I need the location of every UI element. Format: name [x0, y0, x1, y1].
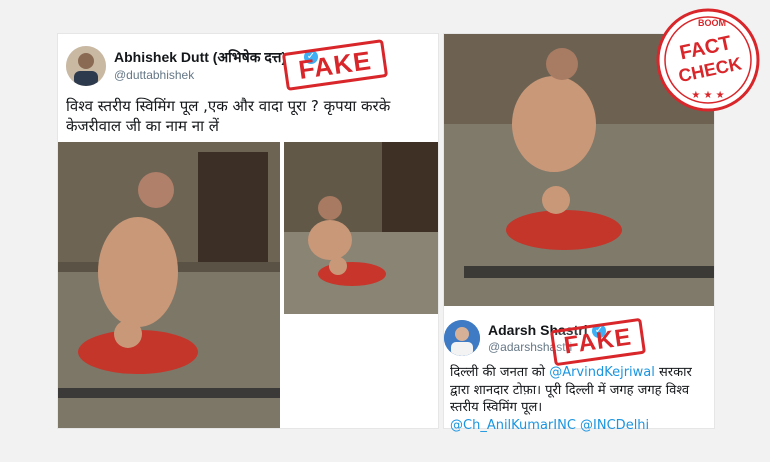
tweet-text: विश्व स्तरीय स्विमिंग पूल ,एक और वादा पू…	[66, 97, 391, 136]
avatar[interactable]	[66, 46, 106, 86]
avatar-image	[66, 46, 106, 86]
seal-top-text: BOOM	[698, 18, 726, 28]
tweet-photo-secondary[interactable]	[284, 142, 438, 314]
author-handle[interactable]: @duttabhishek	[114, 68, 194, 82]
flood-scene-image	[284, 142, 438, 314]
mention-link[interactable]: @ArvindKejriwal	[549, 365, 655, 380]
tweet-card-left: Abhishek Dutt (अभिषेक दत्त) ✓ @duttabhis…	[58, 34, 438, 428]
tweet-text-start: दिल्ली की जनता को	[450, 365, 550, 380]
avatar-image	[444, 320, 480, 356]
fact-check-seal: BOOM FACT CHECK ★ ★ ★	[654, 6, 762, 114]
author-name[interactable]: Abhishek Dutt (अभिषेक दत्त)	[114, 48, 286, 67]
flood-scene-image	[58, 142, 280, 428]
tweet-photo-main[interactable]	[58, 142, 280, 428]
tweet-text: दिल्ली की जनता को @ArvindKejriwal सरकार …	[450, 364, 710, 434]
fact-check-seal-icon: BOOM FACT CHECK ★ ★ ★	[656, 8, 760, 112]
avatar[interactable]	[444, 320, 480, 356]
svg-text:★ ★ ★: ★ ★ ★	[691, 90, 724, 101]
mention-link[interactable]: @Ch_AnilKumarINC	[450, 418, 576, 433]
mention-link[interactable]: @INCDelhi	[580, 418, 649, 433]
